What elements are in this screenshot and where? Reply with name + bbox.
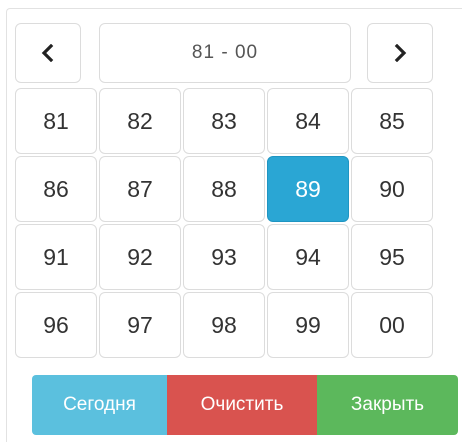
year-cell[interactable]: 88 (183, 156, 265, 222)
year-cell[interactable]: 82 (99, 88, 181, 154)
year-cell[interactable]: 00 (351, 292, 433, 358)
prev-range-button[interactable] (15, 23, 81, 83)
year-cell[interactable]: 93 (183, 224, 265, 290)
year-cell[interactable]: 85 (351, 88, 433, 154)
chevron-right-icon (394, 44, 407, 62)
year-cell[interactable]: 91 (15, 224, 97, 290)
year-cell[interactable]: 86 (15, 156, 97, 222)
year-cell[interactable]: 98 (183, 292, 265, 358)
year-cell[interactable]: 94 (267, 224, 349, 290)
range-label[interactable]: 81 - 00 (99, 23, 351, 83)
today-button[interactable]: Сегодня (32, 375, 167, 435)
close-button[interactable]: Закрыть (317, 375, 458, 435)
year-cell[interactable]: 87 (99, 156, 181, 222)
year-picker: 81 - 00 81 82 83 84 85 86 87 88 89 90 91 92 93 94 95 96… (6, 8, 462, 442)
chevron-left-icon (41, 44, 54, 62)
year-cell[interactable]: 90 (351, 156, 433, 222)
year-cell[interactable]: 97 (99, 292, 181, 358)
next-range-button[interactable] (367, 23, 433, 83)
year-cell[interactable]: 84 (267, 88, 349, 154)
year-cell-selected[interactable]: 89 (267, 156, 349, 222)
year-cell[interactable]: 96 (15, 292, 97, 358)
clear-button[interactable]: Очистить (167, 375, 317, 435)
year-cell[interactable]: 81 (15, 88, 97, 154)
year-cell[interactable]: 83 (183, 88, 265, 154)
year-cell[interactable]: 92 (99, 224, 181, 290)
year-cell[interactable]: 99 (267, 292, 349, 358)
year-cell[interactable]: 95 (351, 224, 433, 290)
